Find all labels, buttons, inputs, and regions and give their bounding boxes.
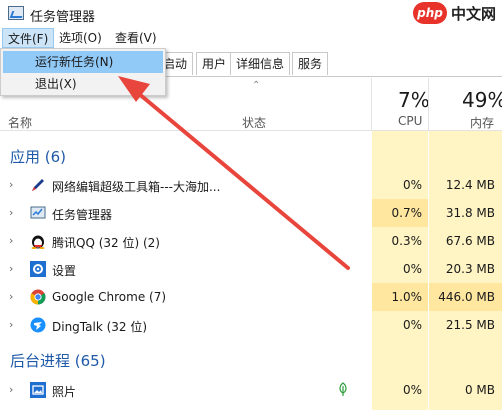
process-cpu: 0% <box>402 318 422 332</box>
watermark: php 中文网 <box>412 2 496 24</box>
process-cpu: 0.3% <box>391 234 423 248</box>
process-name: 照片 <box>52 385 77 399</box>
process-memory: 0 MB <box>464 383 495 397</box>
menu-exit[interactable]: 退出(X) <box>3 73 163 95</box>
group-background-processes[interactable]: 后台进程 (65) <box>10 350 106 371</box>
settings-gear-icon <box>30 261 46 277</box>
process-name: DingTalk (32 位) <box>52 320 148 334</box>
tab-services[interactable]: 服务 <box>292 52 329 75</box>
process-memory: 31.8 MB <box>445 206 495 220</box>
process-name: 腾讯QQ (32 位) (2) <box>52 236 160 250</box>
process-row[interactable]: › 网络编辑超级工具箱---大海加... 0% 12.4 MB <box>0 171 502 199</box>
watermark-text: 中文网 <box>450 4 496 23</box>
process-row[interactable]: › 腾讯QQ (32 位) (2) 0.3% 67.6 MB <box>0 227 502 255</box>
header-name[interactable]: 名称 <box>8 114 32 131</box>
dingtalk-icon <box>30 317 46 333</box>
photos-icon <box>30 382 46 398</box>
process-memory: 20.3 MB <box>445 262 495 276</box>
process-row[interactable]: › 设置 0% 20.3 MB <box>0 255 502 283</box>
qq-penguin-icon <box>31 235 45 249</box>
process-cpu: 1.0% <box>391 290 423 304</box>
process-memory: 67.6 MB <box>445 234 495 248</box>
expand-chevron-icon[interactable]: › <box>9 206 13 219</box>
header-divider <box>428 78 429 130</box>
leaf-icon <box>339 382 347 396</box>
php-logo-icon: php <box>412 2 447 24</box>
process-name: 设置 <box>52 264 77 278</box>
expand-chevron-icon[interactable]: › <box>9 383 13 396</box>
group-apps[interactable]: 应用 (6) <box>10 146 66 167</box>
menu-run-new-task[interactable]: 运行新任务(N) <box>3 51 163 73</box>
sort-chevron-icon: ⌃ <box>252 80 261 91</box>
process-memory: 12.4 MB <box>445 178 495 192</box>
process-cpu: 0% <box>402 383 422 397</box>
process-row[interactable]: › DingTalk (32 位) 0% 21.5 MB <box>0 311 502 339</box>
menu-view[interactable]: 查看(V) <box>110 28 162 48</box>
process-memory: 446.0 MB <box>438 290 495 304</box>
title-bar: 任务管理器 php 中文网 <box>0 0 502 30</box>
header-memory-percent: 49% <box>462 88 502 112</box>
header-cpu-percent: 7% <box>398 88 430 112</box>
process-name: 任务管理器 <box>52 208 113 222</box>
menu-bar: 文件(F) 选项(O) 查看(V) <box>0 28 502 50</box>
header-divider <box>371 78 372 130</box>
task-manager-app-icon <box>8 6 24 20</box>
process-row[interactable]: › 照片 0% 0 MB <box>0 376 502 404</box>
file-menu-dropdown: 运行新任务(N) 退出(X) <box>0 48 166 96</box>
process-row[interactable]: › 任务管理器 0.7% 31.8 MB <box>0 199 502 227</box>
window-title: 任务管理器 <box>30 10 96 25</box>
process-name: 网络编辑超级工具箱---大海加... <box>52 180 221 194</box>
expand-chevron-icon[interactable]: › <box>9 318 13 331</box>
process-cpu: 0% <box>402 178 422 192</box>
header-memory[interactable]: 内存 <box>470 114 494 131</box>
menu-file[interactable]: 文件(F) <box>2 28 55 48</box>
header-status[interactable]: 状态 <box>242 114 266 131</box>
expand-chevron-icon[interactable]: › <box>9 262 13 275</box>
process-name: Google Chrome (7) <box>52 290 167 304</box>
task-manager-icon <box>30 206 46 219</box>
process-cpu: 0% <box>402 262 422 276</box>
tab-users[interactable]: 用户 <box>196 52 233 75</box>
expand-chevron-icon[interactable]: › <box>9 234 13 247</box>
process-cpu: 0.7% <box>391 206 423 220</box>
menu-options[interactable]: 选项(O) <box>54 28 107 48</box>
pen-icon <box>32 179 44 191</box>
tab-details[interactable]: 详细信息 <box>230 52 291 75</box>
header-cpu[interactable]: CPU <box>398 114 422 128</box>
expand-chevron-icon[interactable]: › <box>9 178 13 191</box>
expand-chevron-icon[interactable]: › <box>9 290 13 303</box>
process-memory: 21.5 MB <box>445 318 495 332</box>
process-row[interactable]: › Google Chrome (7) 1.0% 446.0 MB <box>0 283 502 311</box>
chrome-icon <box>30 289 46 305</box>
